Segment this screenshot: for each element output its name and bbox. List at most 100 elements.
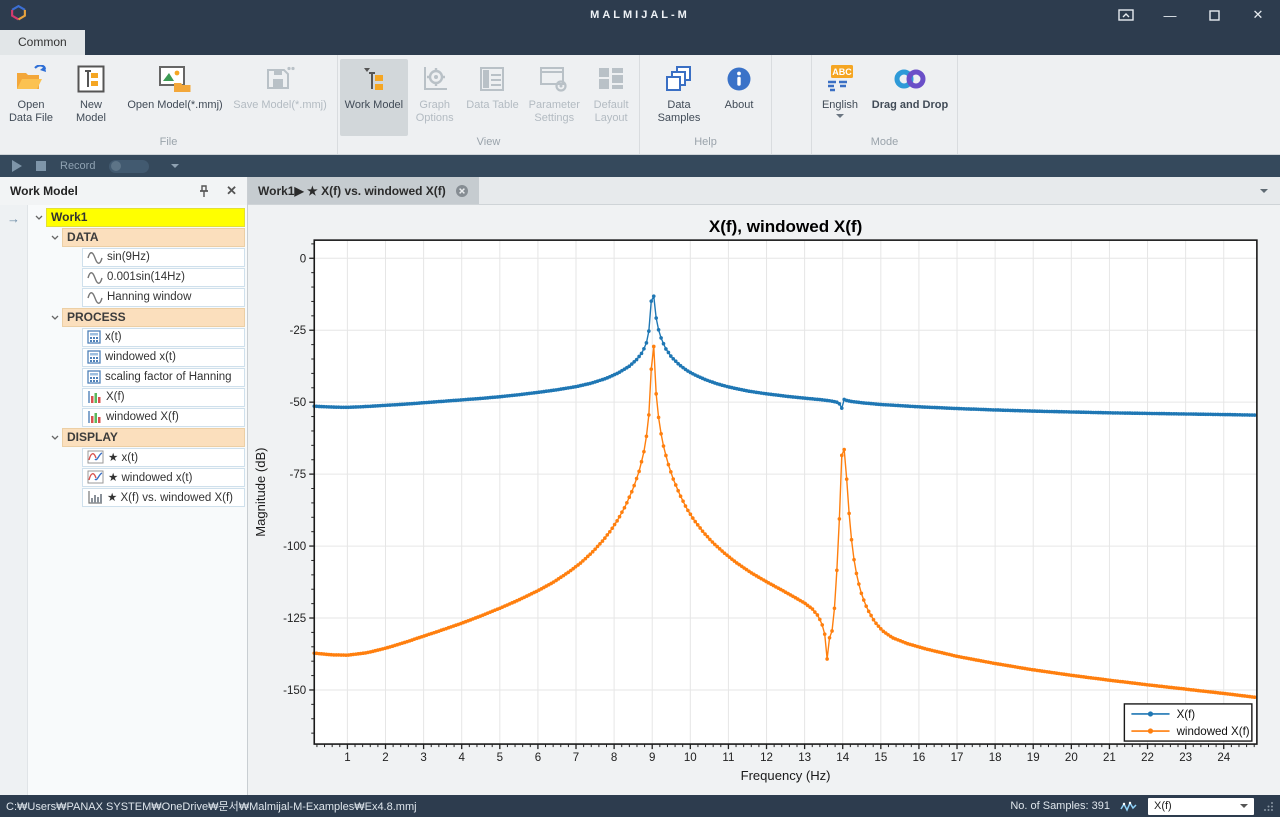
svg-text:1: 1: [344, 752, 350, 764]
tree-item-hanning-window[interactable]: Hanning window: [0, 287, 247, 307]
tree-item-scaling-factor[interactable]: scaling factor of Hanning: [0, 367, 247, 387]
panel-close-icon[interactable]: ✕: [226, 183, 237, 199]
tree-item-display-xt[interactable]: ★ x(t): [0, 447, 247, 467]
svg-text:14: 14: [836, 752, 849, 764]
tab-common[interactable]: Common: [0, 30, 85, 55]
chevron-down-icon[interactable]: [48, 435, 62, 440]
language-dropdown-caret-icon[interactable]: [836, 113, 844, 118]
document-tab[interactable]: Work1▶ ★ X(f) vs. windowed X(f): [248, 177, 479, 204]
svg-text:12: 12: [760, 752, 773, 764]
data-samples-button[interactable]: Data Samples: [642, 59, 716, 136]
sine-icon: [87, 291, 103, 304]
parameter-settings-icon: [539, 62, 569, 96]
svg-text:ABC: ABC: [832, 67, 852, 77]
status-bar: C:₩Users₩PANAX SYSTEM₩OneDrive₩문서₩Malmij…: [0, 795, 1280, 817]
svg-text:4: 4: [458, 752, 465, 764]
curve-plot-icon: [87, 450, 104, 464]
tree-item-sin14hz[interactable]: 0.001sin(14Hz): [0, 267, 247, 287]
tree-node-work1[interactable]: Work1: [0, 207, 247, 227]
drag-and-drop-icon: [892, 62, 928, 96]
svg-text:2: 2: [382, 752, 388, 764]
series-selector[interactable]: X(f): [1148, 797, 1254, 815]
tree-section-display[interactable]: DISPLAY: [0, 427, 247, 447]
record-dropdown-caret-icon[interactable]: [171, 164, 180, 168]
app-window: MALMIJAL-M — ✕ Common Open Data File New…: [0, 0, 1280, 817]
drag-and-drop-button[interactable]: Drag and Drop: [866, 59, 954, 136]
waveform-icon: [1120, 800, 1137, 812]
svg-text:20: 20: [1065, 752, 1078, 764]
close-button[interactable]: ✕: [1236, 0, 1280, 30]
svg-text:16: 16: [913, 752, 926, 764]
maximize-button[interactable]: [1192, 0, 1236, 30]
data-samples-icon: [665, 62, 693, 96]
chevron-down-icon[interactable]: [32, 215, 46, 220]
language-english-button[interactable]: ABC English: [814, 59, 866, 136]
open-data-file-icon: [15, 62, 47, 96]
calculator-icon: [87, 330, 101, 344]
sine-icon: [87, 251, 103, 264]
xf-windowed-xf-chart: 1 2 3 4 5 6 7 8 9 10 11 12 13 14 15 16 17 18 19 20 21 22 23 240…: [253, 217, 1258, 783]
chevron-down-icon[interactable]: [48, 315, 62, 320]
record-toolbar: Record: [0, 155, 1280, 177]
new-model-button[interactable]: New Model: [60, 59, 122, 136]
app-title: MALMIJAL-M: [590, 9, 690, 21]
tab-close-icon[interactable]: [455, 184, 469, 198]
chart-area: 1 2 3 4 5 6 7 8 9 10 11 12 13 14 15 16 17 18 19 20 21 22 23 24 0…: [248, 205, 1280, 795]
svg-text:-25: -25: [290, 325, 307, 337]
tree-item-xt[interactable]: x(t): [0, 327, 247, 347]
ribbon-group-help: Data Samples About Help: [640, 55, 772, 154]
default-layout-icon: [598, 62, 624, 96]
default-layout-button: Default Layout: [585, 59, 637, 136]
bar-chart-icon: [88, 391, 101, 403]
tree-item-windowed-xt[interactable]: windowed x(t): [0, 347, 247, 367]
save-model-icon: [265, 62, 295, 96]
svg-text:Frequency (Hz): Frequency (Hz): [741, 768, 831, 783]
ribbon: Open Data File New Model Open Model(*.mm…: [0, 55, 1280, 155]
tree-item-windowed-xf[interactable]: windowed X(f): [0, 407, 247, 427]
open-model-button[interactable]: Open Model(*.mmj): [122, 59, 228, 136]
ribbon-group-spacer: [772, 55, 812, 154]
svg-text:-75: -75: [290, 469, 307, 481]
work-model-button[interactable]: Work Model: [340, 59, 408, 136]
title-bar: MALMIJAL-M — ✕: [0, 0, 1280, 30]
play-icon[interactable]: [12, 160, 22, 172]
svg-text:7: 7: [573, 752, 579, 764]
tree-item-display-windowed-xt[interactable]: ★ windowed x(t): [0, 467, 247, 487]
svg-text:10: 10: [684, 752, 697, 764]
svg-text:8: 8: [611, 752, 617, 764]
resize-grip-icon[interactable]: [1264, 801, 1274, 811]
record-label: Record: [60, 160, 96, 172]
svg-text:-50: -50: [290, 397, 307, 409]
pin-icon[interactable]: [198, 184, 210, 198]
samples-count: No. of Samples: 391: [1010, 800, 1110, 812]
tree-item-display-xf-vs-windowed[interactable]: ★ X(f) vs. windowed X(f): [0, 487, 247, 507]
tree-section-process[interactable]: PROCESS: [0, 307, 247, 327]
svg-text:13: 13: [798, 752, 811, 764]
curve-plot-icon: [87, 470, 104, 484]
svg-text:23: 23: [1179, 752, 1192, 764]
svg-text:3: 3: [420, 752, 426, 764]
about-info-icon: [726, 62, 752, 96]
about-button[interactable]: About: [716, 59, 762, 136]
svg-text:22: 22: [1141, 752, 1154, 764]
model-tree: → Work1 DATA sin(9Hz) 0.001sin(14Hz) Han…: [0, 205, 247, 795]
svg-text:15: 15: [874, 752, 887, 764]
chevron-down-icon[interactable]: [48, 235, 62, 240]
group-label-help: Help: [694, 136, 717, 148]
record-toggle[interactable]: [109, 159, 150, 173]
tree-section-data[interactable]: DATA: [0, 227, 247, 247]
ribbon-options-button[interactable]: [1104, 0, 1148, 30]
svg-text:6: 6: [535, 752, 541, 764]
svg-text:5: 5: [497, 752, 503, 764]
tree-item-xf[interactable]: X(f): [0, 387, 247, 407]
open-data-file-button[interactable]: Open Data File: [2, 59, 60, 136]
svg-text:Magnitude (dB): Magnitude (dB): [253, 448, 268, 537]
bar-chart-icon: [88, 411, 101, 423]
svg-text:17: 17: [951, 752, 964, 764]
tree-item-sin9hz[interactable]: sin(9Hz): [0, 247, 247, 267]
stop-icon[interactable]: [36, 161, 46, 171]
document-tab-strip: Work1▶ ★ X(f) vs. windowed X(f): [248, 177, 1280, 205]
minimize-button[interactable]: —: [1148, 0, 1192, 30]
new-model-icon: [77, 62, 105, 96]
tab-list-caret-icon[interactable]: [1260, 188, 1268, 193]
